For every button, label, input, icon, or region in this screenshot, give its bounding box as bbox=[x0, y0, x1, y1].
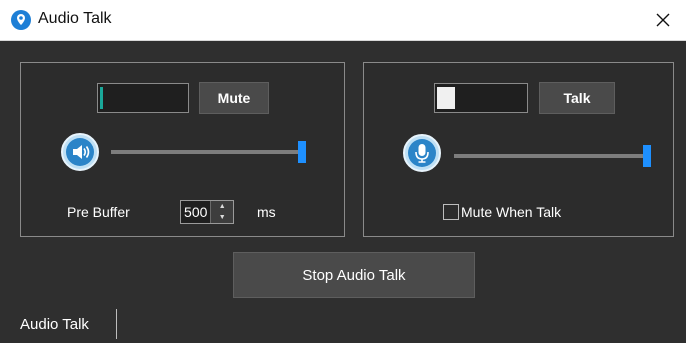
speaker-panel: Mute Pre Buffer 500 ▲ ▼ ms bbox=[20, 62, 345, 237]
mic-volume-handle[interactable] bbox=[643, 145, 651, 167]
audio-talk-window: Audio Talk Mute Pre Buffer 500 ▲ ▼ ms Ta… bbox=[0, 0, 686, 343]
status-text: Audio Talk bbox=[20, 316, 89, 333]
pre-buffer-label: Pre Buffer bbox=[67, 204, 130, 220]
speaker-level-fill bbox=[100, 87, 103, 109]
stop-audio-talk-button[interactable]: Stop Audio Talk bbox=[233, 252, 475, 298]
mic-volume-track[interactable] bbox=[454, 154, 651, 158]
spin-down-icon[interactable]: ▼ bbox=[211, 212, 233, 223]
mute-button[interactable]: Mute bbox=[199, 82, 269, 114]
microphone-icon[interactable] bbox=[403, 134, 441, 172]
talk-button[interactable]: Talk bbox=[539, 82, 615, 114]
microphone-panel: Talk Mute When Talk bbox=[363, 62, 674, 237]
mic-level-meter bbox=[434, 83, 528, 113]
app-logo-icon bbox=[11, 10, 31, 30]
title-bar: Audio Talk bbox=[0, 0, 686, 41]
speaker-volume-track[interactable] bbox=[111, 150, 306, 154]
speaker-level-meter bbox=[97, 83, 189, 113]
mic-level-fill bbox=[437, 87, 455, 109]
speaker-icon[interactable] bbox=[61, 133, 99, 171]
pre-buffer-unit: ms bbox=[257, 204, 276, 220]
close-button[interactable] bbox=[640, 0, 686, 40]
mute-when-talk-checkbox[interactable] bbox=[443, 204, 459, 220]
mute-when-talk-label[interactable]: Mute When Talk bbox=[461, 204, 561, 220]
window-title: Audio Talk bbox=[38, 10, 112, 27]
pre-buffer-arrows: ▲ ▼ bbox=[211, 201, 233, 223]
pre-buffer-spinbox[interactable]: 500 ▲ ▼ bbox=[180, 200, 234, 224]
close-icon bbox=[656, 13, 670, 27]
microphone-glyph-icon bbox=[408, 139, 436, 167]
status-bar: Audio Talk bbox=[0, 305, 686, 343]
spin-up-icon[interactable]: ▲ bbox=[211, 201, 233, 212]
speaker-volume-handle[interactable] bbox=[298, 141, 306, 163]
pre-buffer-value[interactable]: 500 bbox=[181, 201, 212, 223]
speaker-glyph-icon bbox=[66, 138, 94, 166]
status-divider bbox=[116, 309, 117, 339]
